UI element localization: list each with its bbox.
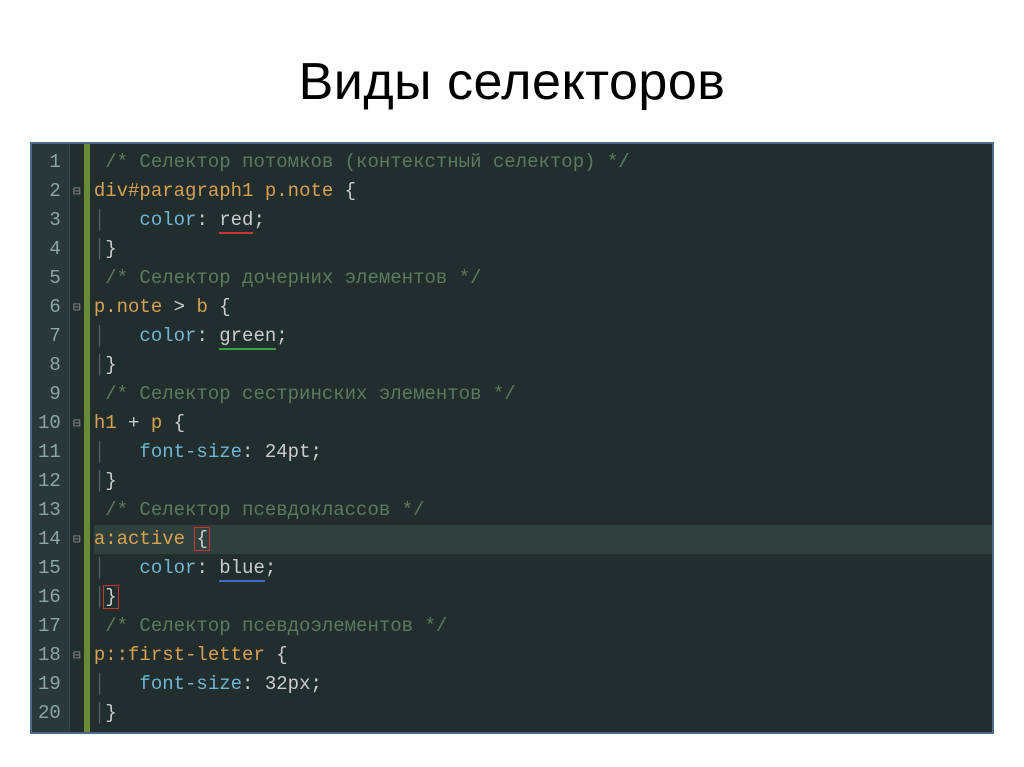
code-line: /* Селектор псевдоэлементов */ [94, 612, 992, 641]
line-number: 20 [38, 699, 61, 728]
fold-toggle-icon[interactable]: ⊟ [70, 409, 84, 438]
color-swatch-red: red [219, 206, 253, 235]
fold-marker [70, 235, 84, 264]
fold-marker [70, 438, 84, 467]
fold-marker [70, 380, 84, 409]
code-line: │} [94, 467, 992, 496]
code-line: │ color: red; [94, 206, 992, 235]
code-line: │ color: blue; [94, 554, 992, 583]
line-number: 7 [38, 322, 61, 351]
code-editor[interactable]: 1 2 3 4 5 6 7 8 9 10 11 12 13 14 15 16 1… [30, 142, 994, 734]
editor-body: 1 2 3 4 5 6 7 8 9 10 11 12 13 14 15 16 1… [32, 144, 992, 732]
line-number: 5 [38, 264, 61, 293]
fold-toggle-icon[interactable]: ⊟ [70, 525, 84, 554]
fold-marker [70, 583, 84, 612]
fold-marker [70, 351, 84, 380]
line-number: 1 [38, 148, 61, 177]
color-swatch-blue: blue [219, 554, 265, 583]
slide-title: Виды селекторов [0, 0, 1024, 142]
code-line: /* Селектор дочерних элементов */ [94, 264, 992, 293]
code-line: │} [94, 583, 992, 612]
line-number: 11 [38, 438, 61, 467]
line-number: 12 [38, 467, 61, 496]
code-line: │ font-size: 24pt; [94, 438, 992, 467]
code-line: │ color: green; [94, 322, 992, 351]
code-area[interactable]: /* Селектор потомков (контекстный селект… [90, 144, 992, 732]
line-number: 13 [38, 496, 61, 525]
code-line: p.note > b { [94, 293, 992, 322]
fold-marker [70, 467, 84, 496]
line-number: 15 [38, 554, 61, 583]
line-number: 4 [38, 235, 61, 264]
brace-match-icon: { [194, 527, 209, 551]
fold-marker [70, 322, 84, 351]
line-number: 2 [38, 177, 61, 206]
color-swatch-green: green [219, 322, 276, 351]
fold-toggle-icon[interactable]: ⊟ [70, 641, 84, 670]
code-line: /* Селектор сестринских элементов */ [94, 380, 992, 409]
code-line: │} [94, 351, 992, 380]
fold-marker [70, 496, 84, 525]
line-number: 16 [38, 583, 61, 612]
fold-column: ⊟ ⊟ ⊟ ⊟ ⊟ [70, 144, 84, 732]
fold-marker [70, 206, 84, 235]
fold-marker [70, 148, 84, 177]
code-line: /* Селектор потомков (контекстный селект… [94, 148, 992, 177]
fold-marker [70, 554, 84, 583]
line-number: 18 [38, 641, 61, 670]
fold-marker [70, 670, 84, 699]
line-number: 19 [38, 670, 61, 699]
code-line: │ font-size: 32px; [94, 670, 992, 699]
slide: Виды селекторов 1 2 3 4 5 6 7 8 9 10 11 … [0, 0, 1024, 767]
fold-toggle-icon[interactable]: ⊟ [70, 177, 84, 206]
line-number: 6 [38, 293, 61, 322]
line-number: 17 [38, 612, 61, 641]
brace-match-icon: } [103, 585, 118, 609]
code-line: │} [94, 235, 992, 264]
code-line: p::first-letter { [94, 641, 992, 670]
line-number: 8 [38, 351, 61, 380]
code-line: /* Селектор псевдоклассов */ [94, 496, 992, 525]
code-line-current: a:active { [94, 525, 992, 554]
fold-marker [70, 612, 84, 641]
line-number: 10 [38, 409, 61, 438]
line-number: 9 [38, 380, 61, 409]
fold-marker [70, 699, 84, 728]
code-line: │} [94, 699, 992, 728]
line-number: 3 [38, 206, 61, 235]
code-line: h1 + p { [94, 409, 992, 438]
line-number-gutter: 1 2 3 4 5 6 7 8 9 10 11 12 13 14 15 16 1… [32, 144, 70, 732]
fold-toggle-icon[interactable]: ⊟ [70, 293, 84, 322]
fold-marker [70, 264, 84, 293]
line-number: 14 [38, 525, 61, 554]
code-line: div#paragraph1 p.note { [94, 177, 992, 206]
